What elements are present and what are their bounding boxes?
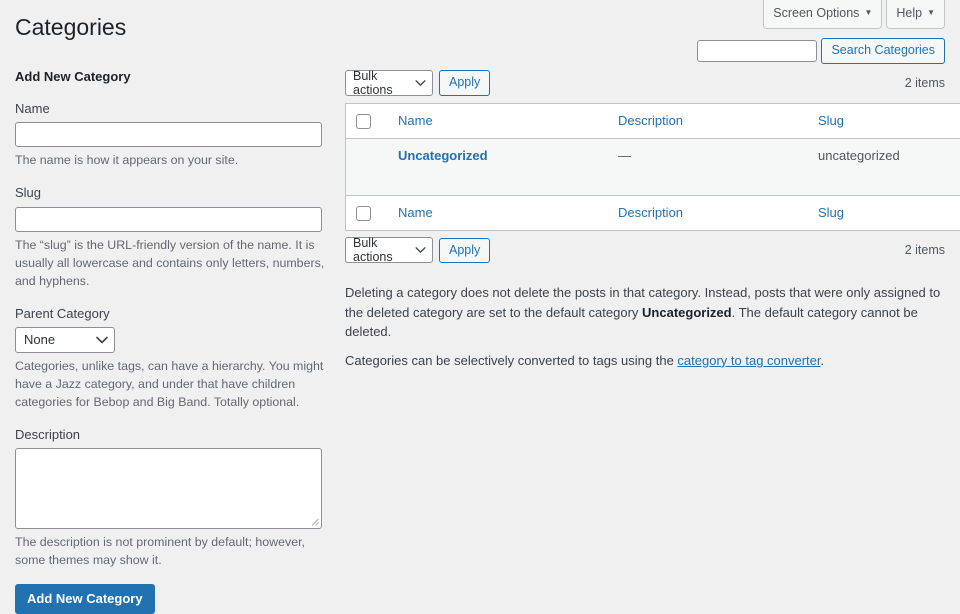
row-cell-slug: uncategorized [808, 139, 938, 196]
header-cell-name: Name [388, 104, 608, 139]
row-cell-name: Uncategorized [388, 139, 608, 196]
name-help-text: The name is how it appears on your site. [15, 152, 325, 170]
help-button[interactable]: Help ▼ [886, 0, 945, 29]
header-cell-count: Count [938, 104, 960, 139]
row-checkbox-cell [346, 139, 389, 196]
bulk-actions-selected-value: Bulk actions [353, 69, 412, 97]
footer-cell-slug: Slug [808, 196, 938, 231]
parent-category-label: Parent Category [15, 305, 325, 323]
delete-note-bold: Uncategorized [642, 305, 732, 320]
footer-cell-name: Name [388, 196, 608, 231]
name-field-block: Name The name is how it appears on your … [15, 100, 325, 170]
sort-link-slug[interactable]: Slug [818, 113, 844, 128]
name-input[interactable] [15, 122, 322, 147]
bulk-actions-select-bottom[interactable]: Bulk actions [345, 237, 433, 263]
slug-field-block: Slug The “slug” is the URL-friendly vers… [15, 184, 325, 290]
items-count-top: 2 items [905, 76, 945, 90]
chevron-down-icon: ▼ [927, 9, 935, 17]
page-title: Categories [15, 13, 126, 43]
footer-cell-count: Count [938, 196, 960, 231]
parent-category-help-text: Categories, unlike tags, can have a hier… [15, 358, 325, 412]
table-row: Uncategorized — uncategorized 1 [346, 139, 960, 196]
parent-category-selected-value: None [24, 332, 55, 347]
header-cell-description: Description [608, 104, 808, 139]
parent-category-select[interactable]: None [15, 327, 115, 353]
category-to-tag-converter-link[interactable]: category to tag converter [677, 353, 820, 368]
table-body: Uncategorized — uncategorized 1 [346, 139, 960, 196]
name-label: Name [15, 100, 325, 118]
convert-note-part2: . [821, 353, 825, 368]
slug-help-text: The “slug” is the URL-friendly version o… [15, 237, 325, 291]
parent-category-select-wrap: None [15, 327, 115, 353]
screen-options-label: Screen Options [773, 4, 859, 23]
form-heading: Add New Category [15, 68, 325, 86]
sort-link-name-bottom[interactable]: Name [398, 205, 433, 220]
header-cell-slug: Slug [808, 104, 938, 139]
row-cell-description: — [608, 139, 808, 196]
categories-list-panel: Bulk actions Apply 2 items Name Descript… [345, 68, 945, 370]
add-new-category-submit-button[interactable]: Add New Category [15, 584, 155, 614]
description-field-block: Description The description is not promi… [15, 426, 325, 570]
table-footer-row: Name Description Slug Count [346, 196, 960, 231]
table-head: Name Description Slug Count [346, 104, 960, 139]
category-notes: Deleting a category does not delete the … [345, 283, 945, 370]
help-label: Help [896, 4, 922, 23]
delete-note: Deleting a category does not delete the … [345, 283, 945, 342]
sort-link-slug-bottom[interactable]: Slug [818, 205, 844, 220]
description-textarea[interactable] [15, 448, 322, 529]
category-name-link[interactable]: Uncategorized [398, 148, 488, 163]
sort-link-description[interactable]: Description [618, 113, 683, 128]
categories-table: Name Description Slug Count Uncateg [345, 103, 960, 231]
parent-category-field-block: Parent Category None Categories, unlike … [15, 305, 325, 412]
slug-input[interactable] [15, 207, 322, 232]
chevron-down-icon: ▼ [864, 9, 872, 17]
row-cell-count: 1 [938, 139, 960, 196]
select-all-checkbox-top[interactable] [356, 114, 371, 129]
tablenav-top: Bulk actions Apply 2 items [345, 68, 945, 98]
items-count-bottom: 2 items [905, 243, 945, 257]
bulk-actions-selected-value-bottom: Bulk actions [353, 236, 412, 264]
tablenav-bottom: Bulk actions Apply 2 items [345, 235, 945, 265]
description-label: Description [15, 426, 325, 444]
sort-link-name[interactable]: Name [398, 113, 433, 128]
select-all-footer-cell [346, 196, 389, 231]
screen-meta-links: Screen Options ▼ Help ▼ [763, 0, 945, 29]
apply-button-bottom[interactable]: Apply [439, 238, 490, 264]
description-help-text: The description is not prominent by defa… [15, 534, 325, 570]
table-header-row: Name Description Slug Count [346, 104, 960, 139]
bulk-actions-select-wrap-top: Bulk actions [345, 70, 433, 96]
screen-options-button[interactable]: Screen Options ▼ [763, 0, 882, 29]
apply-button-top[interactable]: Apply [439, 70, 490, 96]
select-all-checkbox-bottom[interactable] [356, 206, 371, 221]
sort-link-description-bottom[interactable]: Description [618, 205, 683, 220]
add-new-category-form: Add New Category Name The name is how it… [15, 68, 325, 614]
bulk-actions-select-top[interactable]: Bulk actions [345, 70, 433, 96]
bulk-actions-select-wrap-bottom: Bulk actions [345, 237, 433, 263]
search-input[interactable] [697, 40, 817, 62]
table-foot: Name Description Slug Count [346, 196, 960, 231]
search-box: Search Categories [697, 38, 945, 64]
convert-note: Categories can be selectively converted … [345, 351, 945, 371]
slug-label: Slug [15, 184, 325, 202]
footer-cell-description: Description [608, 196, 808, 231]
resize-handle-icon[interactable] [310, 517, 319, 526]
convert-note-part1: Categories can be selectively converted … [345, 353, 677, 368]
select-all-header-cell [346, 104, 389, 139]
search-categories-button[interactable]: Search Categories [821, 38, 945, 64]
